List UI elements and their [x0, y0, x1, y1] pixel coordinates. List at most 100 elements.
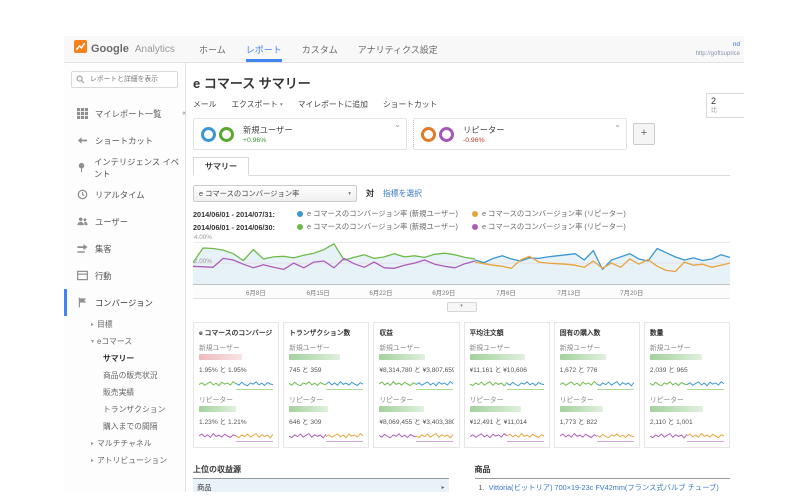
metric-bar: [650, 354, 702, 360]
behavior-icon: [76, 270, 88, 281]
toolbar-button[interactable]: マイレポートに追加: [298, 99, 368, 110]
x-axis-tick-label: 7月20日: [620, 288, 643, 297]
search-icon: [76, 71, 85, 89]
metric-card-title: 平均注文額: [470, 327, 544, 337]
bottom-tables: 上位の収益源 商品 ▸ 商品 1.Vittoria(ビットリア) 700×19-…: [193, 464, 744, 492]
pin-icon: [76, 162, 87, 173]
metric-sparkline: [560, 428, 634, 443]
segment-delta: +0.96%: [243, 137, 293, 144]
add-segment-button[interactable]: +: [633, 123, 655, 145]
date-range-selector[interactable]: 2 比: [706, 93, 744, 118]
sidebar-item[interactable]: リアルタイム: [64, 181, 185, 208]
grid-icon: [76, 108, 88, 119]
top-revenue-title: 上位の収益源: [193, 464, 449, 479]
chart-expander-button[interactable]: ▾: [447, 302, 477, 312]
sidebar-item[interactable]: コンバージョン: [64, 289, 185, 316]
property-url: http://goftsuprice: [696, 50, 740, 59]
nav-item[interactable]: レポート: [246, 36, 282, 62]
metric-bar: [199, 406, 236, 412]
account-name[interactable]: nd: [696, 40, 740, 50]
chevron-down-icon: ▾: [280, 102, 283, 108]
metric-bar: [199, 354, 242, 360]
metric-value: 1,773 と 822: [560, 416, 634, 426]
sidebar-subitem[interactable]: サマリー: [64, 350, 185, 367]
x-axis-tick-label: 6月22日: [369, 288, 392, 297]
metric-row-label: リピーター: [560, 394, 634, 404]
sidebar-item[interactable]: 集客: [64, 235, 185, 262]
chevron-down-icon[interactable]: ⌄: [614, 120, 621, 129]
metric-row-label: リピーター: [379, 394, 453, 404]
product-link[interactable]: Vittoria(ビットリア) 700×19-23c FV42mm(フランス式バ…: [489, 483, 719, 493]
nav-item[interactable]: カスタム: [302, 36, 338, 62]
report-search-box[interactable]: [71, 71, 178, 88]
metric-sparkline: [379, 376, 453, 391]
chart-expander-row: ▾: [193, 302, 730, 312]
nav-item[interactable]: アナリティクス設定: [358, 36, 438, 62]
sidebar-item-label: コンバージョン: [95, 297, 153, 309]
sidebar-subitem[interactable]: ▸アトリビューション: [64, 452, 185, 469]
metric-value: 1,672 と 776: [560, 364, 634, 374]
metric-sparkline: [470, 376, 544, 391]
segment-text: 新規ユーザー+0.96%: [243, 124, 293, 144]
nav-item[interactable]: ホーム: [199, 36, 226, 62]
sidebar-subitem-label: マルチチャネル: [97, 438, 152, 449]
metric-value: ¥12,491 と ¥11,014: [470, 416, 544, 426]
account-info[interactable]: nd http://goftsuprice: [696, 40, 740, 59]
app-body: « マイレポート一覧ショートカットインテリジェンス イベントリアルタイムユーザー…: [64, 63, 744, 492]
metric-select-value: e コマースのコンバージョン率: [199, 189, 299, 199]
sidebar-subitem[interactable]: ▾eコマース: [64, 333, 185, 350]
revenue-source-row[interactable]: 商品 ▸: [193, 479, 449, 492]
search-input[interactable]: [88, 75, 173, 84]
flag-icon: [76, 297, 88, 308]
metric-bar: [560, 406, 603, 412]
legend-series-label: e コマースのコンバージョン率 (リピーター): [482, 209, 626, 219]
metric-sparkline: [650, 376, 724, 391]
revenue-source-label[interactable]: 商品: [197, 483, 212, 493]
sidebar-item[interactable]: ユーザー: [64, 208, 185, 235]
metric-row-label: 新規ユーザー: [560, 342, 634, 352]
sidebar-item[interactable]: インテリジェンス イベント: [64, 154, 185, 181]
legend-item: e コマースのコンバージョン率 (リピーター): [472, 222, 626, 232]
legend-series-label: e コマースのコンバージョン率 (リピーター): [482, 222, 626, 232]
metric-select[interactable]: e コマースのコンバージョン率 ▾: [193, 185, 357, 202]
sidebar-subitem-label: 販売実績: [103, 387, 134, 398]
users-icon: [76, 216, 88, 227]
metric-card-title: 固有の購入数: [560, 327, 634, 337]
toolbar-button[interactable]: エクスポート▾: [231, 99, 282, 110]
segment-card[interactable]: リピーター-0.96%⌄: [413, 118, 627, 150]
chevron-down-icon[interactable]: ⌄: [394, 120, 401, 129]
x-axis-tick-label: 7月13日: [557, 288, 580, 297]
date-range-text[interactable]: 2: [711, 96, 744, 108]
logo-text-analytics: Analytics: [135, 44, 175, 55]
select-metric-link[interactable]: 指標を選択: [383, 188, 422, 199]
sidebar-item-label: リアルタイム: [95, 189, 145, 201]
sidebar-item[interactable]: ショートカット: [64, 127, 185, 154]
sidebar-subitem[interactable]: 購入までの間隔: [64, 418, 185, 435]
sidebar-item[interactable]: 行動: [64, 262, 185, 289]
sidebar-subitem[interactable]: 販売実績: [64, 384, 185, 401]
sidebar-item-label: インテリジェンス イベント: [94, 156, 185, 180]
toolbar-button[interactable]: ショートカット: [383, 99, 438, 110]
metric-card-title: e コマースのコンバージョン率: [199, 327, 273, 337]
sidebar-subitem[interactable]: 商品の販売状況: [64, 367, 185, 384]
metric-row-label: 新規ユーザー: [199, 342, 273, 352]
toolbar-button-label: エクスポート: [231, 99, 278, 110]
sidebar-item-label: ショートカット: [95, 135, 153, 147]
metric-sparkline: [379, 428, 453, 443]
sidebar-subitem[interactable]: トランザクション: [64, 401, 185, 418]
legend-item: e コマースのコンバージョン率 (新規ユーザー): [297, 209, 458, 219]
metric-sparkline: [199, 428, 273, 443]
tab-row: サマリー: [193, 158, 730, 176]
sidebar-nav: マイレポート一覧ショートカットインテリジェンス イベントリアルタイムユーザー集客…: [64, 100, 185, 316]
screenshot-canvas: Google Analytics ホームレポートカスタムアナリティクス設定 nd…: [0, 0, 800, 500]
toolbar-button[interactable]: メール: [193, 99, 216, 110]
tab-summary[interactable]: サマリー: [193, 157, 249, 176]
sidebar-item[interactable]: マイレポート一覧: [64, 100, 185, 127]
sidebar-subitem[interactable]: ▸目標: [64, 316, 185, 333]
sidebar-subitem[interactable]: ▸マルチチャネル: [64, 435, 185, 452]
legend-dot-icon: [297, 211, 303, 217]
metric-card-title: トランザクション数: [289, 327, 363, 337]
segment-card[interactable]: 新規ユーザー+0.96% ⌄: [193, 118, 407, 150]
legend-date-range: 2014/06/01 - 2014/06/30:: [193, 223, 297, 232]
metric-row-label: 新規ユーザー: [650, 342, 724, 352]
